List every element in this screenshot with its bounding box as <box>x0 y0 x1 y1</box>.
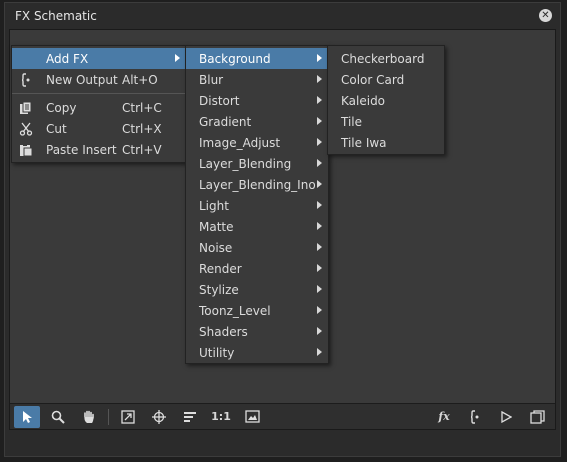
fx-category-submenu: Background Blur Distort Gradient Image_Adjus… <box>185 45 329 364</box>
submenu-arrow-icon <box>317 306 322 314</box>
schematic-toolbar: 1:1 fx <box>10 403 555 429</box>
menu-item-copy[interactable]: Copy Ctrl+C <box>12 97 186 118</box>
preview-button[interactable] <box>493 406 519 428</box>
insert-fx-button[interactable]: fx <box>431 406 457 428</box>
fx-item-color-card[interactable]: Color Card <box>328 69 444 90</box>
zoom-mode-button[interactable] <box>45 406 71 428</box>
submenu-arrow-icon <box>317 138 322 146</box>
fx-category-noise[interactable]: Noise <box>186 237 328 258</box>
fx-category-layer-blending[interactable]: Layer_Blending <box>186 153 328 174</box>
fx-category-stylize[interactable]: Stylize <box>186 279 328 300</box>
fx-category-light[interactable]: Light <box>186 195 328 216</box>
close-icon[interactable]: ✕ <box>539 9 552 22</box>
scissors-icon <box>19 122 33 136</box>
submenu-arrow-icon <box>317 96 322 104</box>
output-icon <box>470 409 479 424</box>
shortcut-label: Ctrl+C <box>122 100 162 115</box>
fx-category-render[interactable]: Render <box>186 258 328 279</box>
menu-item-add-fx[interactable]: Add FX <box>12 48 186 69</box>
fit-window-icon <box>121 409 135 424</box>
menu-item-paste-insert[interactable]: Paste Insert Ctrl+V <box>12 139 186 160</box>
submenu-arrow-icon <box>317 117 322 125</box>
submenu-arrow-icon <box>317 75 322 83</box>
selection-mode-button[interactable] <box>14 405 40 428</box>
preview-toggle-button[interactable] <box>239 406 265 428</box>
submenu-arrow-icon <box>317 264 322 272</box>
fx-category-blur[interactable]: Blur <box>186 69 328 90</box>
submenu-arrow-icon <box>317 243 322 251</box>
magnifier-icon <box>51 410 65 424</box>
submenu-arrow-icon <box>317 327 322 335</box>
fx-category-gradient[interactable]: Gradient <box>186 111 328 132</box>
submenu-arrow-icon <box>317 180 322 188</box>
add-output-button[interactable] <box>462 406 488 428</box>
output-icon <box>21 72 30 87</box>
fx-icon: fx <box>438 410 450 423</box>
menu-item-new-output[interactable]: New Output Alt+O <box>12 69 186 90</box>
fx-category-layer-blending-ino[interactable]: Layer_Blending_Ino <box>186 174 328 195</box>
shortcut-label: Alt+O <box>122 72 158 87</box>
fx-item-tile[interactable]: Tile <box>328 111 444 132</box>
windows-icon <box>529 409 545 424</box>
fx-category-toonz-level[interactable]: Toonz_Level <box>186 300 328 321</box>
hand-icon <box>84 410 94 423</box>
toolbar-separator <box>108 408 109 425</box>
menu-separator <box>12 93 186 94</box>
fx-category-background[interactable]: Background <box>186 48 328 69</box>
submenu-arrow-icon <box>317 54 322 62</box>
fx-category-utility[interactable]: Utility <box>186 342 328 363</box>
focus-on-current-button[interactable] <box>146 406 172 428</box>
menu-item-cut[interactable]: Cut Ctrl+X <box>12 118 186 139</box>
submenu-arrow-icon <box>175 54 180 62</box>
fx-category-image-adjust[interactable]: Image_Adjust <box>186 132 328 153</box>
context-menu: Add FX New Output Alt+O Copy Ctrl+C Cut … <box>11 45 187 163</box>
crosshair-icon <box>152 409 166 424</box>
fx-item-tile-iwa[interactable]: Tile Iwa <box>328 132 444 153</box>
shortcut-label: Ctrl+V <box>122 142 162 157</box>
submenu-arrow-icon <box>317 159 322 167</box>
copy-icon <box>20 101 32 114</box>
fit-to-window-button[interactable] <box>115 406 141 428</box>
image-icon <box>244 410 260 423</box>
submenu-arrow-icon <box>317 348 322 356</box>
fx-item-checkerboard[interactable]: Checkerboard <box>328 48 444 69</box>
lines-icon <box>184 411 196 422</box>
submenu-arrow-icon <box>317 222 322 230</box>
fx-category-distort[interactable]: Distort <box>186 90 328 111</box>
fx-category-shaders[interactable]: Shaders <box>186 321 328 342</box>
title-bar: FX Schematic ✕ <box>5 3 560 29</box>
fx-item-kaleido[interactable]: Kaleido <box>328 90 444 111</box>
hand-mode-button[interactable] <box>76 406 102 428</box>
actual-size-button[interactable]: 1:1 <box>208 406 234 428</box>
submenu-arrow-icon <box>317 285 322 293</box>
background-fx-submenu: Checkerboard Color Card Kaleido Tile Tile Iw… <box>327 45 445 155</box>
toggle-stage-schematic-button[interactable] <box>524 406 550 428</box>
window-title: FX Schematic <box>15 9 97 23</box>
reorder-nodes-button[interactable] <box>177 406 203 428</box>
pointer-icon <box>23 410 32 423</box>
play-icon <box>501 410 512 423</box>
submenu-arrow-icon <box>317 201 322 209</box>
paste-icon <box>20 143 33 156</box>
actual-size-label: 1:1 <box>211 410 231 423</box>
shortcut-label: Ctrl+X <box>122 121 162 136</box>
fx-category-matte[interactable]: Matte <box>186 216 328 237</box>
